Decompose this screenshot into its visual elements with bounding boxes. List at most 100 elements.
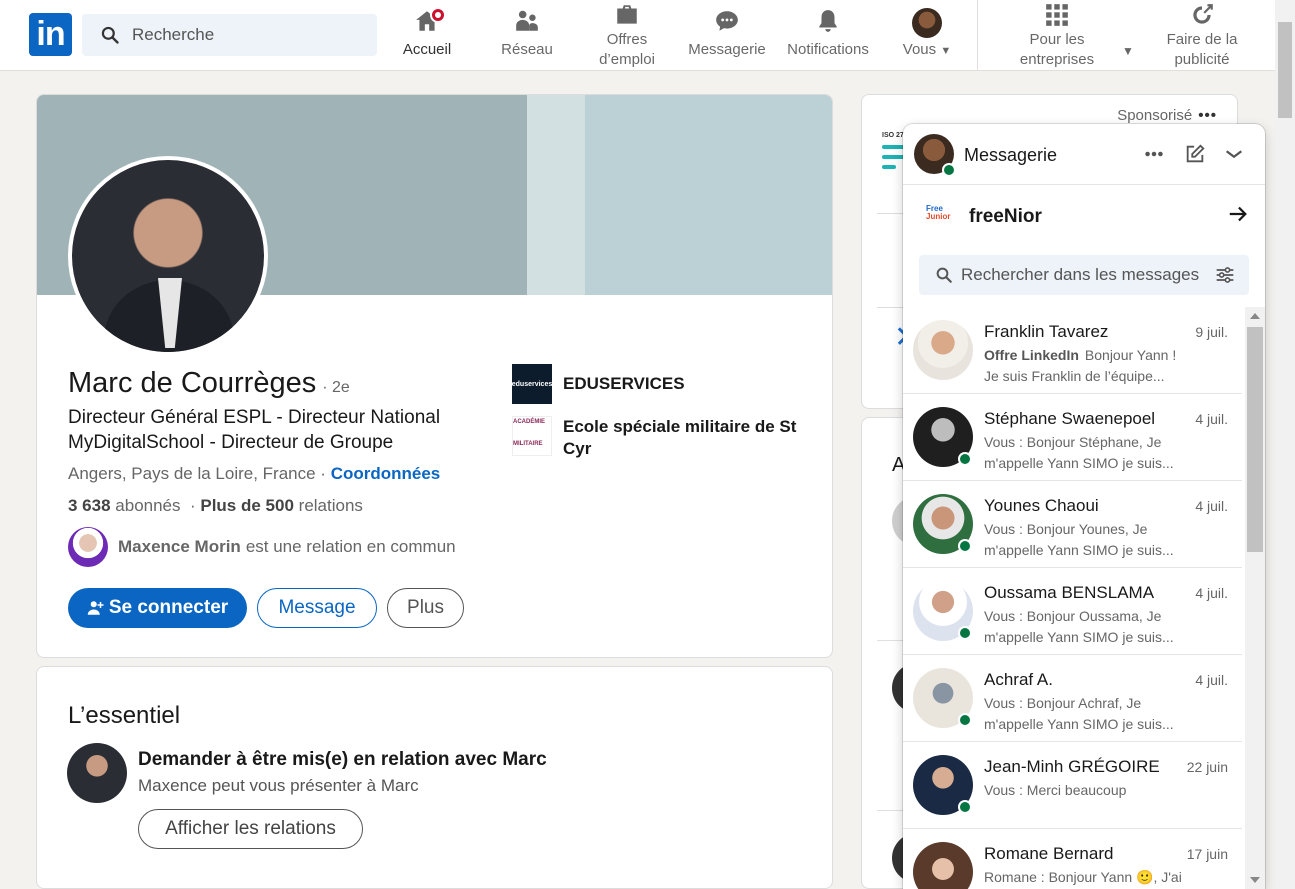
- more-options-icon[interactable]: [1143, 143, 1165, 165]
- profile-name: Marc de Courrèges · 2e: [68, 367, 350, 399]
- nav-separator: [977, 0, 978, 70]
- highlight-heading: Demander à être mis(e) en relation avec …: [138, 749, 547, 770]
- connect-button[interactable]: Se connecter: [68, 588, 247, 628]
- message-date: 4 juil.: [1195, 672, 1228, 688]
- message-search[interactable]: [919, 255, 1249, 295]
- education-school[interactable]: ACADÉMIE MILITAIRE Ecole spéciale milita…: [512, 416, 802, 460]
- briefcase-icon: [617, 5, 637, 24]
- chevron-down-icon: ▼: [940, 45, 952, 57]
- company-logo: Free Junior: [926, 204, 951, 221]
- current-company[interactable]: eduservices EDUSERVICES: [512, 364, 685, 404]
- message-preview: Vous : Bonjour Stéphane, Je m'appelle Ya…: [984, 434, 1174, 471]
- conversation-item[interactable]: Oussama BENSLAMA 4 juil. Vous : Bonjour …: [903, 568, 1242, 655]
- mutual-connection[interactable]: Maxence Morin est une relation en commun: [68, 527, 456, 567]
- conversation-item[interactable]: Franklin Tavarez 9 juil. Offre LinkedIn B…: [903, 307, 1242, 394]
- conversation-item[interactable]: Achraf A. 4 juil. Vous : Bonjour Achraf,…: [903, 655, 1242, 742]
- nav-advertise[interactable]: Faire de la publicité: [1160, 4, 1244, 70]
- linkedin-logo[interactable]: in: [29, 13, 72, 56]
- contact-name: Franklin Tavarez: [984, 322, 1109, 341]
- contact-avatar: [913, 842, 973, 889]
- highlights-title: L’essentiel: [68, 702, 181, 729]
- user-avatar: [912, 8, 942, 38]
- conversation-list[interactable]: Franklin Tavarez 9 juil. Offre LinkedIn B…: [903, 307, 1245, 889]
- chevron-down-icon[interactable]: [1223, 143, 1245, 165]
- nav-jobs-label: Offres d’emploi: [599, 31, 655, 68]
- nav-notifications-label: Notifications: [787, 41, 869, 58]
- company-logo: eduservices: [512, 364, 552, 404]
- profile-avatar: [67, 743, 127, 803]
- message-preview: Vous : Bonjour Oussama, Je m'appelle Yan…: [984, 608, 1174, 645]
- page-scrollbar[interactable]: [1275, 0, 1295, 889]
- online-indicator: [942, 163, 956, 177]
- top-navigation: in Accueil Réseau Offres d’emploi Messag…: [0, 0, 1275, 71]
- company-page-switch[interactable]: Free Junior freeNior: [903, 185, 1265, 247]
- nav-jobs[interactable]: Offres d’emploi: [590, 5, 664, 70]
- more-button[interactable]: Plus: [387, 588, 464, 628]
- profile-location: Angers, Pays de la Loire, France · Coord…: [68, 464, 441, 483]
- compose-icon[interactable]: [1184, 143, 1206, 165]
- messaging-overlay: Messagerie FreeJunior freeNior Franklin …: [903, 124, 1265, 889]
- nav-messaging-label: Messagerie: [688, 41, 766, 58]
- chevron-down-icon[interactable]: ▼: [1122, 44, 1134, 58]
- message-button[interactable]: Message: [257, 588, 377, 628]
- contact-name: Achraf A.: [984, 670, 1053, 689]
- scrollbar-thumb[interactable]: [1247, 327, 1263, 552]
- nav-advertise-label: Faire de la publicité: [1166, 31, 1238, 68]
- contact-name: Younes Chaoui: [984, 496, 1099, 515]
- nav-for-business-label: Pour les entreprises: [1019, 31, 1095, 68]
- chat-icon: [716, 11, 738, 31]
- contact-name: Oussama BENSLAMA: [984, 583, 1155, 602]
- contact-avatar: [913, 320, 973, 380]
- online-indicator: [958, 539, 972, 553]
- message-date: 4 juil.: [1195, 498, 1228, 514]
- arrow-right-icon[interactable]: [1227, 203, 1249, 225]
- nav-home-label: Accueil: [402, 41, 452, 58]
- search-icon: [101, 26, 119, 44]
- message-preview: Vous : Merci beaucoup: [984, 782, 1127, 798]
- search-input[interactable]: [132, 25, 362, 45]
- nav-network-label: Réseau: [501, 41, 553, 58]
- contact-name: Stéphane Swaenepoel: [984, 409, 1156, 428]
- notification-badge: [430, 7, 446, 23]
- filter-icon[interactable]: [1215, 265, 1235, 285]
- message-date: 22 juin: [1186, 759, 1228, 775]
- message-preview: Offre LinkedIn Bonjour Yann ! Je suis Fra…: [984, 347, 1177, 384]
- conversation-item[interactable]: Stéphane Swaenepoel 4 juil. Vous : Bonjo…: [903, 394, 1242, 481]
- contact-name: Romane Bernard: [984, 844, 1114, 863]
- messaging-title: Messagerie: [964, 145, 1058, 165]
- more-options-icon[interactable]: •••: [1198, 107, 1217, 124]
- nav-messaging[interactable]: Messagerie: [687, 8, 767, 60]
- global-search[interactable]: [82, 14, 377, 56]
- online-indicator: [958, 713, 972, 727]
- nav-network[interactable]: Réseau: [497, 8, 557, 60]
- bell-icon: [819, 10, 837, 32]
- message-date: 9 juil.: [1195, 324, 1228, 340]
- conversation-item[interactable]: Jean-Minh GRÉGOIRE 22 juin Vous : Merci …: [903, 742, 1242, 829]
- nav-for-business[interactable]: Pour les entreprises: [1015, 4, 1099, 70]
- nav-notifications[interactable]: Notifications: [784, 8, 872, 60]
- message-search-input[interactable]: [961, 265, 1211, 285]
- nav-home[interactable]: Accueil: [397, 7, 457, 60]
- scrollbar-thumb[interactable]: [1278, 22, 1292, 118]
- online-indicator: [958, 452, 972, 466]
- nav-me[interactable]: Vous ▼: [897, 8, 957, 61]
- mutual-avatar: [68, 527, 108, 567]
- profile-stats: 3 638 abonnés · Plus de 500 relations: [68, 496, 363, 515]
- conversation-item[interactable]: Romane Bernard 17 juin Romane : Bonjour …: [903, 829, 1242, 889]
- contact-name: Jean-Minh GRÉGOIRE: [984, 757, 1160, 776]
- conversation-item[interactable]: Younes Chaoui 4 juil. Vous : Bonjour You…: [903, 481, 1242, 568]
- highlight-subtext: Maxence peut vous présenter à Marc: [138, 776, 419, 795]
- messaging-header[interactable]: Messagerie: [903, 124, 1265, 185]
- profile-photo[interactable]: [68, 156, 268, 356]
- company-name: freeNior: [969, 206, 1042, 227]
- school-logo: ACADÉMIE MILITAIRE: [512, 416, 552, 456]
- search-icon: [936, 267, 952, 283]
- show-relations-button[interactable]: Afficher les relations: [138, 809, 363, 849]
- message-preview: Vous : Bonjour Achraf, Je m'appelle Yann…: [984, 695, 1174, 732]
- message-date: 17 juin: [1186, 846, 1228, 862]
- conversation-scrollbar[interactable]: [1245, 307, 1265, 889]
- contact-info-link[interactable]: Coordonnées: [331, 464, 441, 483]
- profile-headline: Directeur Général ESPL - Directeur Natio…: [68, 407, 441, 453]
- add-user-icon: [87, 601, 104, 615]
- message-date: 4 juil.: [1195, 585, 1228, 601]
